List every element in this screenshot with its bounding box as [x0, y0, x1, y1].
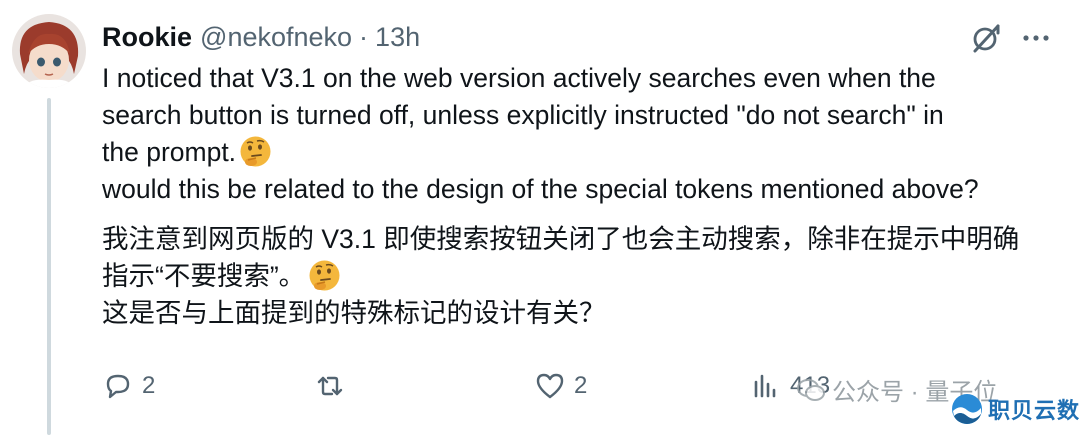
tweet-text-line: 指示“不要搜索”。 — [102, 258, 1062, 295]
thinking-face-emoji-icon — [239, 135, 272, 168]
heart-icon — [536, 373, 564, 399]
wechat-icon — [797, 378, 825, 401]
tweet-text: I noticed that V3.1 on the web version a… — [102, 60, 1062, 332]
retweet-button[interactable] — [314, 366, 354, 406]
grok-icon[interactable] — [968, 20, 1004, 56]
reply-button[interactable]: 2 — [102, 366, 155, 406]
retweet-icon — [317, 376, 343, 396]
tweet-text-line: 我注意到网页版的 V3.1 即使搜索按钮关闭了也会主动搜索，除非在提示中明确 — [102, 224, 1020, 254]
tweet-text-fragment: the prompt. — [102, 137, 237, 167]
thread-line — [47, 98, 51, 435]
tweet-text-line: 这是否与上面提到的特殊标记的设计有关？ — [102, 298, 606, 328]
tweet-text-line: the prompt. — [102, 134, 1062, 171]
brand-globe-icon — [952, 394, 982, 424]
reply-icon — [106, 374, 130, 399]
timestamp[interactable]: 13h — [375, 22, 420, 53]
thinking-face-emoji-icon — [308, 259, 341, 292]
tweet-text-line: I noticed that V3.1 on the web version a… — [102, 63, 936, 93]
brand-text: 职贝云数 — [988, 398, 1080, 423]
like-button[interactable]: 2 — [534, 366, 587, 406]
author-handle[interactable]: @nekofneko — [200, 22, 352, 53]
more-options-icon[interactable] — [1018, 22, 1054, 54]
separator-dot: · — [359, 21, 369, 52]
like-count: 2 — [574, 372, 588, 399]
avatar[interactable] — [12, 14, 86, 88]
tweet-text-line: would this be related to the design of t… — [102, 174, 979, 204]
tweet-header: Rookie @nekofneko · 13h — [102, 20, 420, 54]
tweet-text-fragment: 指示“不要搜索”。 — [102, 261, 306, 291]
tweet-text-line: search button is turned off, unless expl… — [102, 100, 944, 130]
brand-logo: 职贝云数 — [950, 392, 1080, 426]
translation-block: 我注意到网页版的 V3.1 即使搜索按钮关闭了也会主动搜索，除非在提示中明确 指… — [102, 221, 1062, 332]
reply-count: 2 — [142, 372, 156, 399]
author-name[interactable]: Rookie — [102, 22, 192, 53]
